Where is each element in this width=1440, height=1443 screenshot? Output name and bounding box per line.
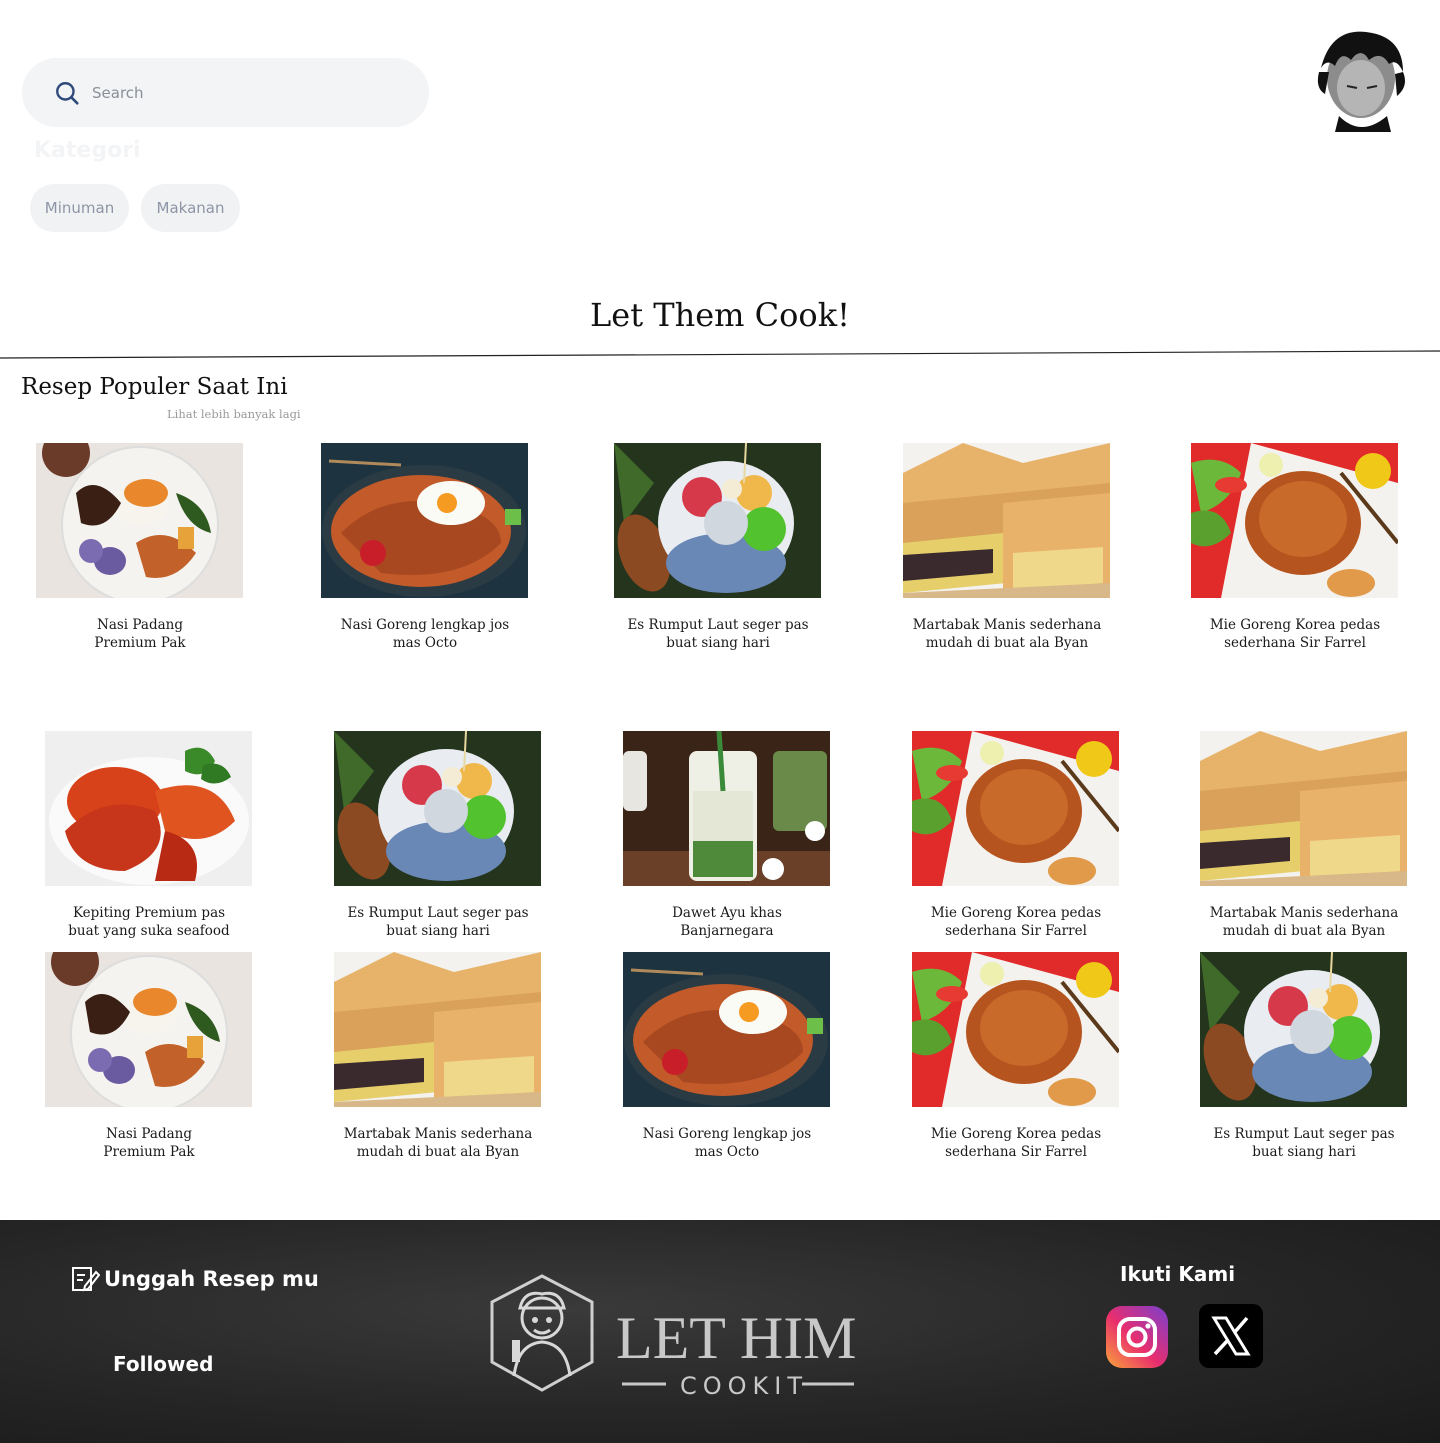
- recipe-card[interactable]: Nasi Goreng lengkap jos mas Octo: [321, 443, 528, 652]
- recipe-title[interactable]: Martabak Manis sederhana mudah di buat a…: [1184, 904, 1424, 940]
- edit-icon: [72, 1267, 100, 1292]
- recipe-title[interactable]: Martabak Manis sederhana mudah di buat a…: [318, 1125, 558, 1161]
- search-bar[interactable]: [22, 58, 429, 127]
- recipe-card[interactable]: Martabak Manis sederhana mudah di buat a…: [334, 952, 541, 1161]
- upload-recipe-link[interactable]: Unggah Resep mu: [70, 1264, 319, 1294]
- recipe-image[interactable]: [912, 952, 1119, 1107]
- recipe-image[interactable]: [623, 731, 830, 886]
- recipe-card[interactable]: Es Rumput Laut seger pas buat siang hari: [334, 731, 541, 940]
- recipe-card[interactable]: Mie Goreng Korea pedas sederhana Sir Far…: [1191, 443, 1398, 652]
- recipe-title[interactable]: Kepiting Premium pas buat yang suka seaf…: [29, 904, 269, 940]
- chef-icon: LET HIM COOKIT: [490, 1274, 857, 1400]
- see-more-link[interactable]: Lihat lebih banyak lagi: [167, 407, 301, 421]
- section-title: Resep Populer Saat Ini: [21, 374, 288, 400]
- recipe-title[interactable]: Es Rumput Laut seger pas buat siang hari: [318, 904, 558, 940]
- avatar[interactable]: [1311, 28, 1411, 134]
- recipe-image[interactable]: [903, 443, 1110, 598]
- recipe-title[interactable]: Martabak Manis sederhana mudah di buat a…: [887, 616, 1127, 652]
- recipe-card[interactable]: Nasi Padang Premium Pak: [36, 443, 243, 652]
- instagram-icon[interactable]: [1106, 1306, 1168, 1368]
- recipe-title[interactable]: Nasi Padang Premium Pak: [29, 1125, 269, 1161]
- recipe-card[interactable]: Mie Goreng Korea pedas sederhana Sir Far…: [912, 731, 1119, 940]
- kategori-title: Kategori: [34, 138, 141, 163]
- divider: [0, 350, 1440, 359]
- recipe-title[interactable]: Mie Goreng Korea pedas sederhana Sir Far…: [1175, 616, 1415, 652]
- recipe-card[interactable]: Kepiting Premium pas buat yang suka seaf…: [45, 731, 252, 940]
- recipe-image[interactable]: [36, 443, 243, 598]
- recipe-image[interactable]: [623, 952, 830, 1107]
- logo-line1: LET HIM: [616, 1305, 857, 1371]
- x-icon[interactable]: [1199, 1304, 1263, 1368]
- recipe-image[interactable]: [334, 731, 541, 886]
- recipe-image[interactable]: [321, 443, 528, 598]
- chip-minuman[interactable]: Minuman: [30, 184, 129, 232]
- logo-line2: COOKIT: [680, 1372, 808, 1396]
- search-input[interactable]: [92, 83, 392, 102]
- recipe-image[interactable]: [334, 952, 541, 1107]
- upload-recipe-label: Unggah Resep mu: [104, 1267, 319, 1291]
- recipe-title[interactable]: Nasi Goreng lengkap jos mas Octo: [305, 616, 545, 652]
- recipe-image[interactable]: [614, 443, 821, 598]
- recipe-card[interactable]: Mie Goreng Korea pedas sederhana Sir Far…: [912, 952, 1119, 1161]
- recipe-image[interactable]: [1200, 952, 1407, 1107]
- recipe-card[interactable]: Martabak Manis sederhana mudah di buat a…: [903, 443, 1110, 652]
- recipe-image[interactable]: [45, 952, 252, 1107]
- recipe-card[interactable]: Es Rumput Laut seger pas buat siang hari: [614, 443, 821, 652]
- recipe-title[interactable]: Nasi Padang Premium Pak: [20, 616, 260, 652]
- recipe-title[interactable]: Dawet Ayu khas Banjarnegara: [607, 904, 847, 940]
- recipe-title[interactable]: Mie Goreng Korea pedas sederhana Sir Far…: [896, 1125, 1136, 1161]
- recipe-image[interactable]: [45, 731, 252, 886]
- recipe-image[interactable]: [1200, 731, 1407, 886]
- hero-title: Let Them Cook!: [590, 296, 850, 334]
- let-him-cook-logo: LET HIM COOKIT: [484, 1272, 884, 1400]
- recipe-card[interactable]: Martabak Manis sederhana mudah di buat a…: [1200, 731, 1407, 940]
- followed-link[interactable]: Followed: [113, 1352, 213, 1376]
- recipe-title[interactable]: Nasi Goreng lengkap jos mas Octo: [607, 1125, 847, 1161]
- recipe-title[interactable]: Mie Goreng Korea pedas sederhana Sir Far…: [896, 904, 1136, 940]
- recipe-image[interactable]: [1191, 443, 1398, 598]
- recipe-image[interactable]: [912, 731, 1119, 886]
- chip-makanan[interactable]: Makanan: [141, 184, 240, 232]
- recipe-card[interactable]: Es Rumput Laut seger pas buat siang hari: [1200, 952, 1407, 1161]
- recipe-title[interactable]: Es Rumput Laut seger pas buat siang hari: [1184, 1125, 1424, 1161]
- search-icon: [56, 81, 79, 105]
- recipe-card[interactable]: Nasi Goreng lengkap jos mas Octo: [623, 952, 830, 1161]
- recipe-title[interactable]: Es Rumput Laut seger pas buat siang hari: [598, 616, 838, 652]
- follow-us-title: Ikuti Kami: [1120, 1262, 1236, 1286]
- recipe-card[interactable]: Nasi Padang Premium Pak: [45, 952, 252, 1161]
- recipe-card[interactable]: Dawet Ayu khas Banjarnegara: [623, 731, 830, 940]
- footer: Unggah Resep mu Followed LET HIM COOKIT …: [0, 1220, 1440, 1443]
